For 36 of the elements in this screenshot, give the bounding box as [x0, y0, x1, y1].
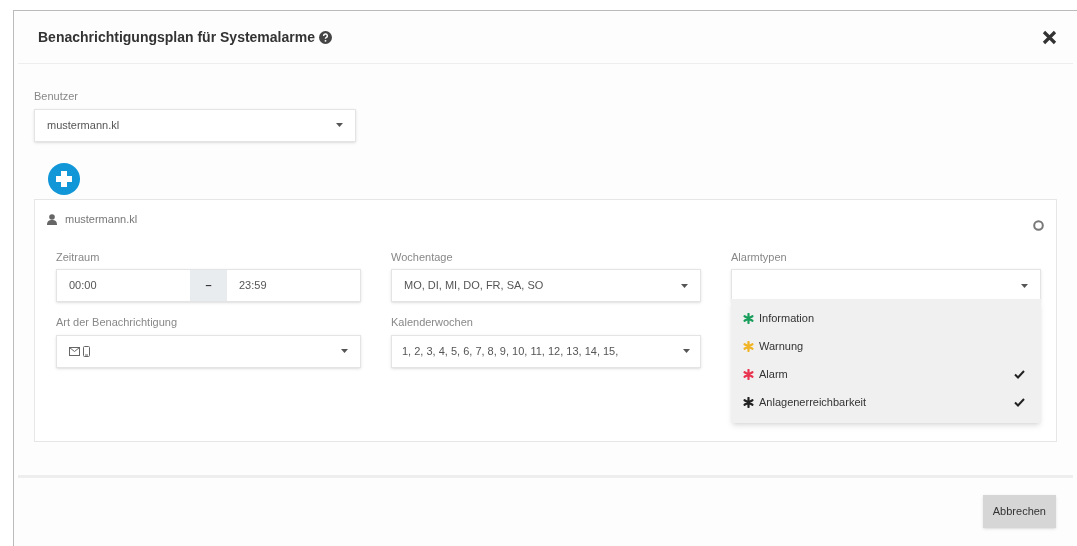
option-label: Anlagenerreichbarkeit: [759, 395, 866, 411]
select-field[interactable]: MO, DI, MI, DO, FR, SA, SO: [391, 269, 701, 302]
checkmark-icon: [1014, 370, 1025, 379]
select-field[interactable]: [56, 334, 361, 368]
plan-user: mustermann.kl: [65, 211, 138, 227]
field-label: Art der Benachrichtigung: [56, 315, 179, 330]
menu-item[interactable]: Alarm: [731, 360, 1041, 389]
help-icon[interactable]: [318, 30, 332, 44]
checkmark-icon: [1014, 398, 1025, 407]
menu-item[interactable]: Warnung: [731, 332, 1041, 361]
close-icon[interactable]: [1042, 29, 1057, 45]
field-label: Benutzer: [34, 89, 80, 104]
caret-icon: [341, 349, 348, 353]
caret-icon: [336, 123, 343, 127]
add-button[interactable]: [48, 162, 80, 195]
select-value: mustermann.kl: [47, 117, 120, 133]
user-icon: [47, 213, 57, 225]
field-label: Zeitraum: [56, 249, 101, 265]
field-label: Alarmtypen: [731, 249, 788, 265]
option-label: Information: [759, 311, 815, 327]
option-label: Alarm: [759, 367, 788, 383]
select-value: 1, 2, 3, 4, 5, 6, 7, 8, 9, 10, 11, 12, 13, 14, 15,: [402, 343, 619, 359]
field-label: Wochentage: [391, 249, 454, 265]
select-value: MO, DI, MI, DO, FR, SA, SO: [404, 278, 544, 294]
option-label: Warnung: [759, 339, 804, 355]
select-field[interactable]: mustermann.kl: [34, 108, 356, 142]
select-field[interactable]: 1, 2, 3, 4, 5, 6, 7, 8, 9, 10, 11, 12, 13, 14, 15,: [391, 334, 701, 368]
menu-item[interactable]: Information: [731, 304, 1041, 333]
caret-icon: [683, 349, 690, 353]
cancel-button[interactable]: Abbrechen: [982, 494, 1056, 528]
dialog-title: Benachrichtigungsplan für Systemalarme: [38, 27, 315, 47]
caret-icon: [1021, 283, 1028, 288]
menu-item[interactable]: Anlagenerreichbarkeit: [731, 388, 1041, 417]
remove-icon[interactable]: [1033, 219, 1044, 231]
field-label: Kalenderwochen: [391, 315, 474, 330]
caret-icon: [681, 283, 688, 288]
